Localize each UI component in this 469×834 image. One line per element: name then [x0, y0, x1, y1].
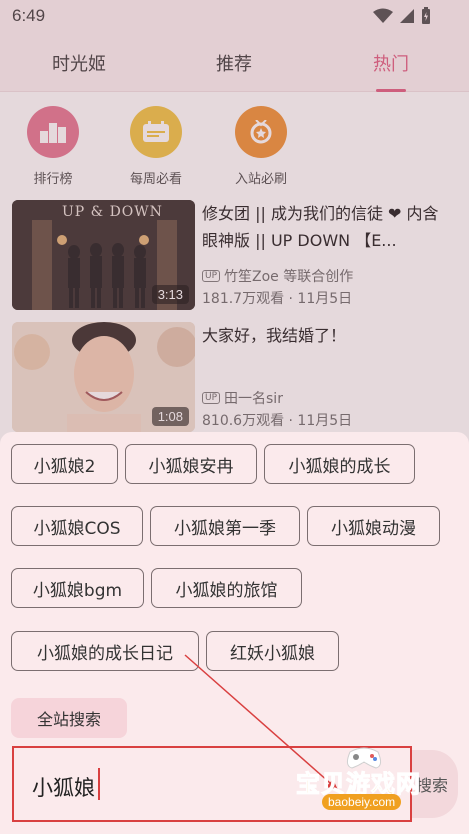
watermark-logo: 宝贝游戏网 baobeiy.com	[294, 744, 444, 814]
annotation-arrow	[184, 654, 339, 791]
watermark-url: baobeiy.com	[322, 794, 402, 810]
